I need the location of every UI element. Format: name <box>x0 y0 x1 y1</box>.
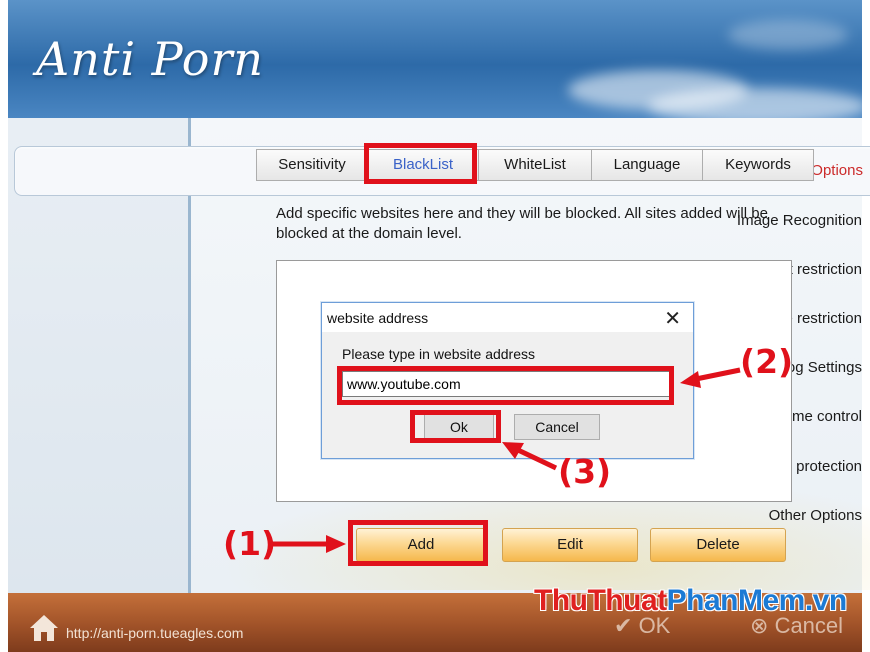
delete-button[interactable]: Delete <box>650 528 786 562</box>
tab-language[interactable]: Language <box>592 150 703 180</box>
add-button[interactable]: Add <box>356 528 486 562</box>
annotation-step3: (3) <box>558 452 612 491</box>
sidebar-item-other-options[interactable]: Other Options <box>692 503 862 529</box>
filter-tabs: Sensitivity BlackList WhiteList Language… <box>256 149 814 181</box>
dialog-title: website address <box>327 310 429 326</box>
website-url-link[interactable]: http://anti-porn.tueagles.com <box>66 625 243 641</box>
tab-keywords[interactable]: Keywords <box>703 150 813 180</box>
watermark-part3: .vn <box>804 584 847 617</box>
annotation-step1: (1) <box>223 524 277 563</box>
close-icon[interactable]: ✕ <box>664 306 681 331</box>
tab-blacklist[interactable]: BlackList <box>368 150 479 180</box>
watermark-part1: ThuThuat <box>534 584 667 617</box>
annotation-step2: (2) <box>740 342 794 381</box>
website-address-dialog: website address ✕ Please type in website… <box>321 302 694 459</box>
app-title: Anti Porn <box>36 32 265 86</box>
dialog-prompt: Please type in website address <box>342 346 535 362</box>
blacklist-description: Add specific websites here and they will… <box>276 205 768 242</box>
watermark-part2: PhanMem <box>666 584 806 617</box>
watermark: ThuThuatPhanMem.vn <box>534 584 847 618</box>
cancel-button[interactable]: Cancel <box>514 414 600 440</box>
home-icon[interactable] <box>28 613 60 643</box>
header-banner: Anti Porn <box>8 0 862 118</box>
anti-porn-window: Anti Porn Filter Options Image Recogniti… <box>0 0 870 652</box>
ok-button[interactable]: Ok <box>424 414 494 440</box>
dialog-titlebar: website address ✕ <box>322 303 693 332</box>
website-address-input[interactable] <box>342 371 670 397</box>
tab-whitelist[interactable]: WhiteList <box>479 150 592 180</box>
tab-sensitivity[interactable]: Sensitivity <box>257 150 368 180</box>
edit-button[interactable]: Edit <box>502 528 638 562</box>
